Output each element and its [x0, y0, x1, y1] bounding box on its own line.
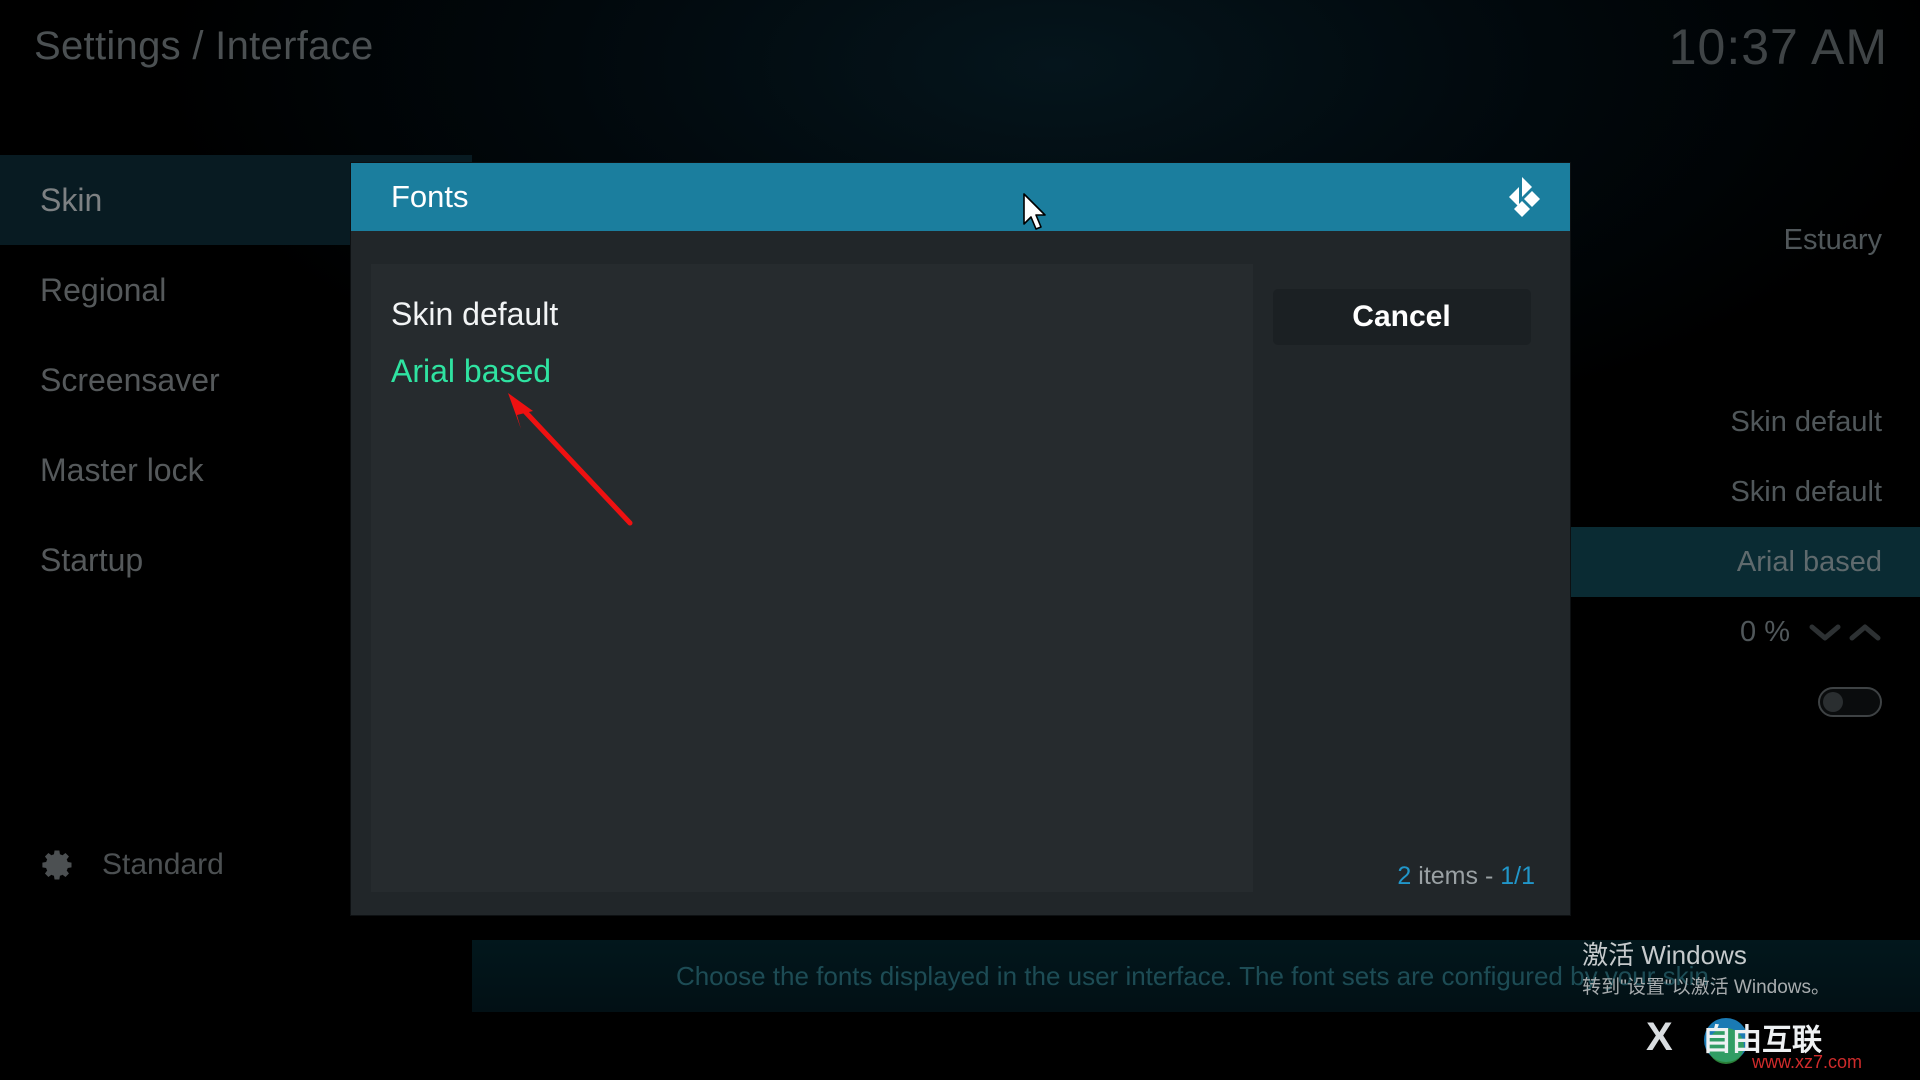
settings-level-label: Standard — [102, 848, 224, 881]
setting-value-text: Skin default — [1730, 405, 1882, 438]
sidebar-item-label: Master lock — [40, 451, 204, 488]
site-watermark-letter: X — [1646, 1015, 1673, 1059]
setting-value-text: Estuary — [1783, 223, 1882, 256]
windows-activation-watermark: 激活 Windows 转到"设置"以激活 Windows。 — [1582, 940, 1830, 1002]
dialog-body: Skin default Arial based Cancel 2 items … — [351, 231, 1570, 915]
list-item-label: Arial based — [391, 353, 552, 389]
sidebar-item-label: Regional — [40, 271, 167, 308]
site-watermark: X 自由互联 www.xz7.com — [1646, 1015, 1862, 1072]
items-count-number: 2 — [1397, 862, 1412, 890]
sidebar-item-label: Screensaver — [40, 361, 220, 398]
sidebar-item-label: Startup — [40, 541, 144, 578]
fonts-list[interactable]: Skin default Arial based — [371, 264, 1253, 892]
setting-value-text: Arial based — [1736, 545, 1882, 578]
settings-level-button[interactable]: Standard — [0, 847, 224, 883]
dialog-side-panel: Cancel 2 items - 1/1 — [1253, 264, 1550, 915]
sidebar-item-label: Skin — [40, 181, 103, 218]
items-count-middle: items - — [1411, 862, 1501, 890]
toggle-switch[interactable] — [1818, 687, 1882, 717]
items-count: 2 items - 1/1 — [1397, 862, 1535, 891]
screen-root: Settings / Interface 10:37 AM Skin Regio… — [0, 0, 1920, 1080]
windows-activation-title: 激活 Windows — [1582, 940, 1747, 970]
cancel-button-label: Cancel — [1352, 300, 1451, 333]
dialog-header: Fonts — [351, 163, 1570, 231]
list-item-label: Skin default — [391, 296, 559, 332]
items-count-page: 1/1 — [1500, 862, 1535, 890]
setting-value-text: 0 % — [1740, 615, 1790, 648]
clock: 10:37 AM — [1668, 19, 1888, 75]
site-watermark-url: www.xz7.com — [1751, 1052, 1862, 1072]
toggle-knob — [1823, 692, 1843, 712]
setting-value-text: Skin default — [1730, 475, 1882, 508]
chevron-up-icon[interactable] — [1848, 621, 1882, 643]
spinner-controls[interactable] — [1808, 621, 1882, 643]
dialog-title: Fonts — [391, 179, 469, 214]
cancel-button[interactable]: Cancel — [1272, 289, 1531, 345]
fonts-dialog: Fonts Skin default Arial based Cancel 2 … — [351, 163, 1570, 915]
chevron-down-icon[interactable] — [1808, 621, 1842, 643]
kodi-logo-icon — [1509, 177, 1540, 217]
list-item[interactable]: Arial based — [371, 343, 1253, 400]
page-title: Settings / Interface — [34, 24, 374, 68]
gear-icon — [42, 850, 72, 880]
setting-description-text: Choose the fonts displayed in the user i… — [675, 960, 1717, 991]
list-item[interactable]: Skin default — [371, 286, 1253, 343]
windows-activation-subtitle: 转到"设置"以激活 Windows。 — [1582, 977, 1830, 999]
